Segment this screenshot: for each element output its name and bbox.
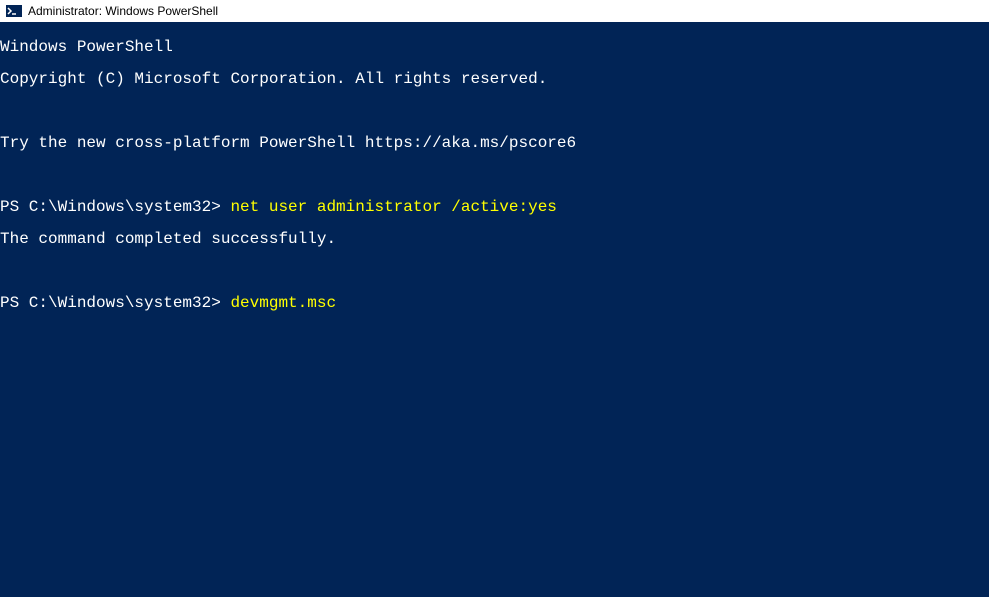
terminal-line: Copyright (C) Microsoft Corporation. All… bbox=[0, 71, 989, 87]
prompt-text: PS C:\Windows\system32> bbox=[0, 294, 230, 312]
powershell-icon bbox=[6, 3, 22, 19]
terminal-blank-line bbox=[0, 167, 989, 183]
terminal-line: Windows PowerShell bbox=[0, 39, 989, 55]
terminal-area[interactable]: Windows PowerShell Copyright (C) Microso… bbox=[0, 22, 989, 597]
terminal-command-line: PS C:\Windows\system32> net user adminis… bbox=[0, 199, 989, 215]
command-text: devmgmt.msc bbox=[230, 294, 336, 312]
window-titlebar: Administrator: Windows PowerShell bbox=[0, 0, 989, 22]
terminal-cursor bbox=[336, 295, 345, 311]
terminal-command-line: PS C:\Windows\system32> devmgmt.msc bbox=[0, 295, 989, 311]
terminal-line: The command completed successfully. bbox=[0, 231, 989, 247]
terminal-blank-line bbox=[0, 103, 989, 119]
terminal-line: Try the new cross-platform PowerShell ht… bbox=[0, 135, 989, 151]
command-text: net user administrator /active:yes bbox=[230, 198, 556, 216]
terminal-blank-line bbox=[0, 263, 989, 279]
prompt-text: PS C:\Windows\system32> bbox=[0, 198, 230, 216]
window-title: Administrator: Windows PowerShell bbox=[28, 0, 218, 22]
